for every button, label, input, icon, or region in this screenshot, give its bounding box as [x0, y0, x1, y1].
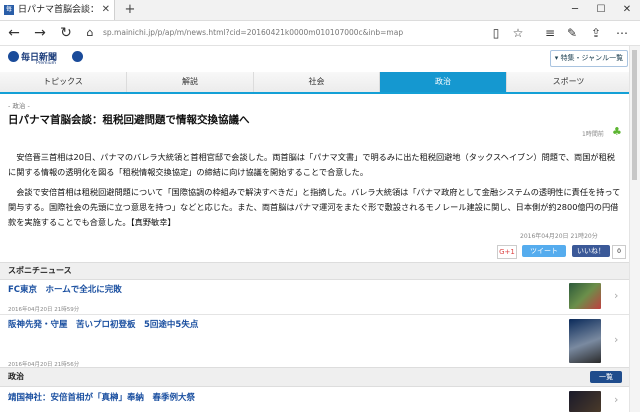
news-list-item[interactable]: 靖国神社：安倍首相が「真榊」奉納 春季例大祭 › — [0, 388, 630, 412]
section-header-politics: 政治 一覧 — [0, 367, 630, 387]
chevron-right-icon: › — [614, 289, 619, 302]
close-window-icon[interactable]: ✕ — [614, 0, 640, 20]
facebook-like-count: 0 — [612, 245, 626, 259]
section-title: 政治 — [8, 372, 24, 381]
news-title[interactable]: 阪神先発・守屋 苦いプロ初登板 5回途中5失点 — [8, 318, 198, 330]
section-title: スポニチニュース — [8, 266, 72, 275]
vertical-scrollbar[interactable] — [629, 46, 640, 412]
category-nav: トピックス 解説 社会 政治 スポーツ — [0, 72, 630, 94]
tweet-button[interactable]: ツイート — [522, 245, 566, 257]
news-thumbnail — [569, 391, 601, 412]
article-paragraph: 安倍晋三首相は20日、パナマのバレラ大統領と首相官邸で会談した。両首脳は「パナマ… — [8, 152, 615, 177]
news-date: 2016年04月20日 21時59分 — [8, 307, 80, 313]
facebook-like-button[interactable]: いいね！ — [572, 245, 610, 257]
genre-list-button[interactable]: ▾ 特集・ジャンル一覧 — [550, 50, 628, 67]
site-logo[interactable]: 毎日新聞 Premium — [8, 50, 88, 66]
news-list-item[interactable]: 阪神先発・守屋 苦いプロ初登板 5回途中5失点 2016年04月20日 21時5… — [0, 315, 630, 370]
article-age: 1時間前 — [582, 131, 604, 138]
forward-icon[interactable]: → — [30, 23, 50, 43]
maximize-icon[interactable]: ☐ — [588, 0, 614, 20]
news-thumbnail — [569, 319, 601, 363]
notes-icon[interactable]: ✎ — [562, 23, 582, 43]
logo-mark-icon — [8, 51, 19, 62]
home-icon[interactable]: ⌂ — [80, 23, 100, 43]
site-header: 毎日新聞 Premium ▾ 特集・ジャンル一覧 — [0, 46, 630, 69]
article-dateline: 2016年04月20日 21時20分 — [520, 233, 598, 240]
favorite-star-icon[interactable]: ☆ — [508, 23, 528, 43]
news-thumbnail — [569, 283, 601, 309]
browser-tab-strip: 毎 日パナマ首脳会談：租税 ✕ + ─ ☐ ✕ — [0, 0, 640, 21]
tab-title: 日パナマ首脳会談：租税 — [18, 5, 98, 15]
news-title[interactable]: 靖国神社：安倍首相が「真榊」奉納 春季例大祭 — [8, 391, 195, 403]
site-favicon-icon: 毎 — [4, 5, 14, 15]
browser-tab[interactable]: 毎 日パナマ首脳会談：租税 ✕ — [0, 0, 115, 20]
section-header-sponichi: スポニチニュース — [0, 262, 630, 280]
tab-sports[interactable]: スポーツ — [507, 72, 630, 92]
chevron-right-icon: › — [614, 393, 619, 406]
address-bar: ← → ↻ ⌂ sp.mainichi.jp/p/ap/m/news.html?… — [0, 21, 640, 46]
new-leaf-icon: ♣ — [612, 125, 622, 138]
url-field[interactable]: sp.mainichi.jp/p/ap/m/news.html?cid=2016… — [103, 21, 483, 45]
news-title[interactable]: FC東京 ホームで全北に完敗 — [8, 283, 122, 295]
article-category: - 政治 - — [8, 102, 30, 110]
minimize-icon[interactable]: ─ — [562, 0, 588, 20]
new-tab-icon[interactable]: + — [122, 0, 138, 20]
article-headline: 日パナマ首脳会談：租税回避問題で情報交換協議へ — [8, 114, 250, 126]
web-page: 毎日新聞 Premium ▾ 特集・ジャンル一覧 トピックス 解説 社会 政治 … — [0, 46, 630, 412]
scrollbar-thumb[interactable] — [632, 50, 637, 180]
refresh-icon[interactable]: ↻ — [56, 23, 76, 43]
reading-view-icon[interactable]: ▯ — [486, 23, 506, 43]
tab-topics[interactable]: トピックス — [0, 72, 127, 92]
logo-subtitle: Premium — [36, 61, 57, 66]
view-all-button[interactable]: 一覧 — [590, 371, 622, 383]
tab-politics[interactable]: 政治 — [380, 72, 507, 92]
logo-mark-icon — [72, 51, 83, 62]
back-icon[interactable]: ← — [4, 23, 24, 43]
chevron-right-icon: › — [614, 333, 619, 346]
tab-society[interactable]: 社会 — [254, 72, 380, 92]
hub-icon[interactable]: ≡ — [540, 23, 560, 43]
more-icon[interactable]: ⋯ — [612, 23, 632, 43]
close-tab-icon[interactable]: ✕ — [102, 0, 110, 20]
article-paragraph: 会談で安倍首相は租税回避問題について「国際協調の枠組みで解決すべきだ」と指摘した… — [8, 187, 621, 227]
share-icon[interactable]: ⇪ — [586, 23, 606, 43]
tab-commentary[interactable]: 解説 — [127, 72, 254, 92]
news-list-item[interactable]: FC東京 ホームで全北に完敗 2016年04月20日 21時59分 › — [0, 280, 630, 315]
google-plus-button[interactable]: G+1 — [497, 245, 517, 259]
